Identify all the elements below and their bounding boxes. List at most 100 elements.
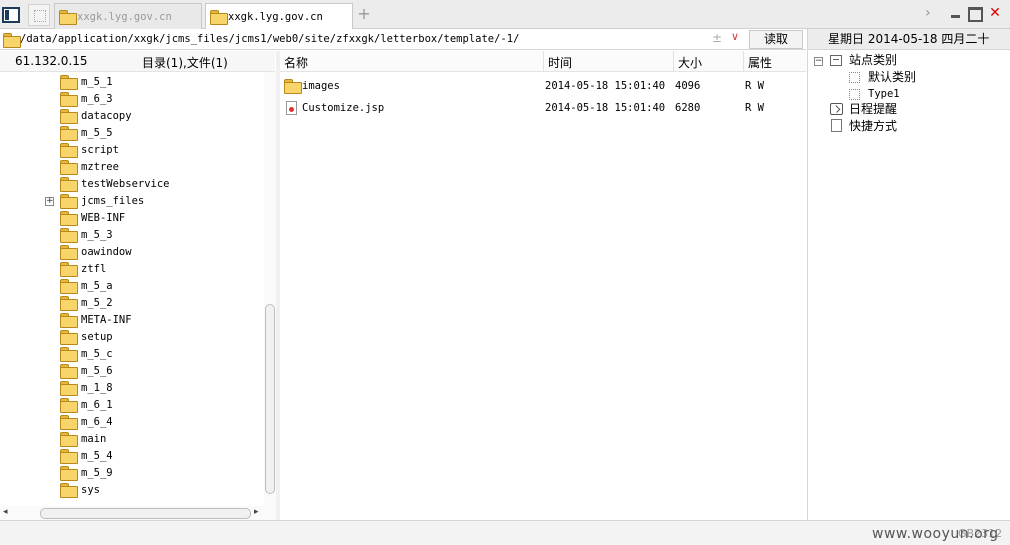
directory-summary: 目录(1),文件(1) bbox=[142, 56, 228, 70]
dotted-box-icon bbox=[849, 72, 860, 83]
column-size[interactable]: 大小 bbox=[678, 54, 702, 71]
folder-label: m_6_1 bbox=[81, 399, 113, 411]
file-attr: R W bbox=[745, 102, 764, 114]
folder-icon bbox=[60, 194, 78, 209]
folder-icon bbox=[60, 296, 78, 311]
left-panel-header: 61.132.0.15 目录(1),文件(1) bbox=[0, 51, 275, 72]
column-divider[interactable] bbox=[673, 51, 674, 72]
column-divider[interactable] bbox=[743, 51, 744, 72]
scroll-right-icon[interactable]: ▸ bbox=[254, 507, 259, 517]
folder-label: m_5_5 bbox=[81, 127, 113, 139]
folder-icon bbox=[60, 466, 78, 481]
chevron-down-icon[interactable]: ∨ bbox=[731, 30, 739, 43]
bookmark-icon[interactable]: ± bbox=[712, 31, 722, 45]
new-tab-button[interactable]: + bbox=[356, 5, 372, 23]
vertical-scrollbar[interactable] bbox=[264, 72, 276, 506]
page-icon-button[interactable] bbox=[28, 4, 50, 26]
folder-icon bbox=[60, 143, 78, 158]
folder-icon bbox=[60, 279, 78, 294]
status-bar: GB2312 bbox=[0, 520, 1010, 545]
folder-icon bbox=[60, 211, 78, 226]
folder-icon bbox=[60, 347, 78, 362]
expand-toggle[interactable]: + bbox=[45, 197, 54, 206]
folder-icon bbox=[3, 33, 21, 48]
site-category[interactable]: 站点类别 bbox=[849, 52, 897, 69]
folder-icon bbox=[60, 75, 78, 90]
horizontal-scrollbar[interactable]: ◂ ▸ bbox=[0, 506, 276, 520]
calendar-icon bbox=[830, 103, 843, 115]
folder-icon bbox=[60, 126, 78, 141]
column-attr[interactable]: 属性 bbox=[748, 54, 772, 71]
folder-label: m_5_6 bbox=[81, 365, 113, 377]
folder-label: m_5_9 bbox=[81, 467, 113, 479]
folder-icon bbox=[210, 10, 228, 25]
folder-label: m_5_3 bbox=[81, 229, 113, 241]
folder-icon bbox=[60, 398, 78, 413]
folder-icon bbox=[60, 415, 78, 430]
folder-icon bbox=[284, 79, 302, 94]
tab-bar: xxgk.lyg.gov.cn xxgk.lyg.gov.cn + › ✕ bbox=[0, 0, 1010, 30]
column-time[interactable]: 时间 bbox=[548, 54, 572, 71]
tab-label: xxgk.lyg.gov.cn bbox=[228, 11, 323, 23]
folder-icon bbox=[59, 10, 77, 25]
column-name[interactable]: 名称 bbox=[284, 54, 308, 71]
folder-label: setup bbox=[81, 331, 113, 343]
folder-label: WEB-INF bbox=[81, 212, 126, 224]
read-button[interactable]: 读取 bbox=[749, 30, 803, 49]
minimize-button[interactable] bbox=[948, 5, 964, 21]
folder-icon bbox=[60, 432, 78, 447]
folder-label: oawindow bbox=[81, 246, 132, 258]
file-list-header: 名称 时间 大小 属性 bbox=[280, 51, 806, 72]
folder-icon bbox=[60, 177, 78, 192]
folder-label: main bbox=[81, 433, 107, 445]
folder-icon bbox=[60, 92, 78, 107]
folder-icon bbox=[60, 449, 78, 464]
folder-label: m_6_4 bbox=[81, 416, 113, 428]
panel-divider[interactable] bbox=[276, 51, 280, 520]
server-ip: 61.132.0.15 bbox=[15, 54, 88, 68]
folder-icon bbox=[60, 330, 78, 345]
folder-icon bbox=[60, 381, 78, 396]
maximize-button[interactable] bbox=[966, 5, 983, 22]
schedule-reminder[interactable]: 日程提醒 bbox=[849, 101, 897, 118]
folder-label: jcms_files bbox=[81, 195, 145, 207]
tab-label: xxgk.lyg.gov.cn bbox=[77, 11, 172, 23]
date-header: 星期日 2014-05-18 四月二十 bbox=[808, 29, 1010, 50]
folder-icon bbox=[60, 160, 78, 175]
vertical-scroll-thumb[interactable] bbox=[265, 304, 275, 494]
path-input[interactable] bbox=[20, 31, 720, 48]
folder-label: m_5_4 bbox=[81, 450, 113, 462]
folder-label: m_5_2 bbox=[81, 297, 113, 309]
jsp-file-icon bbox=[286, 101, 297, 115]
folder-icon bbox=[60, 313, 78, 328]
folder-icon bbox=[60, 228, 78, 243]
default-category[interactable]: 默认类别 bbox=[868, 69, 916, 86]
file-time: 2014-05-18 15:01:40 bbox=[545, 80, 666, 92]
collapse-toggle[interactable]: − bbox=[814, 57, 823, 66]
folder-tree: m_5_1 m_6_3 datacopy m_5_5 script mztree testW… bbox=[0, 72, 264, 506]
folder-icon bbox=[60, 262, 78, 277]
scroll-left-icon[interactable]: ◂ bbox=[3, 507, 8, 517]
shortcuts[interactable]: 快捷方式 bbox=[849, 118, 897, 135]
close-button[interactable]: ✕ bbox=[987, 5, 1003, 21]
address-bar: ± ∨ 读取 bbox=[0, 29, 806, 50]
file-attr: R W bbox=[745, 80, 764, 92]
app-menu-icon[interactable] bbox=[2, 7, 20, 23]
folder-icon bbox=[60, 245, 78, 260]
folder-label: m_1_8 bbox=[81, 382, 113, 394]
file-name: images bbox=[302, 80, 340, 92]
right-panel: 星期日 2014-05-18 四月二十 − 站点类别 默认类别 Type1 日程… bbox=[807, 29, 1010, 520]
tab-xxgk-1[interactable]: xxgk.lyg.gov.cn bbox=[54, 3, 202, 29]
dotted-box-icon bbox=[849, 89, 860, 100]
file-time: 2014-05-18 15:01:40 bbox=[545, 102, 666, 114]
folder-label: testWebservice bbox=[81, 178, 170, 190]
folder-label: m_5_a bbox=[81, 280, 113, 292]
column-divider[interactable] bbox=[543, 51, 544, 72]
file-row-images[interactable]: images 2014-05-18 15:01:40 4096 R W bbox=[280, 75, 806, 97]
folder-label: m_5_c bbox=[81, 348, 113, 360]
file-name: Customize.jsp bbox=[302, 102, 385, 114]
horizontal-scroll-thumb[interactable] bbox=[40, 508, 251, 519]
scroll-tabs-right-icon[interactable]: › bbox=[925, 5, 931, 21]
tab-xxgk-2[interactable]: xxgk.lyg.gov.cn bbox=[205, 3, 353, 30]
file-row-customize-jsp[interactable]: Customize.jsp 2014-05-18 15:01:40 6280 R… bbox=[280, 97, 806, 119]
